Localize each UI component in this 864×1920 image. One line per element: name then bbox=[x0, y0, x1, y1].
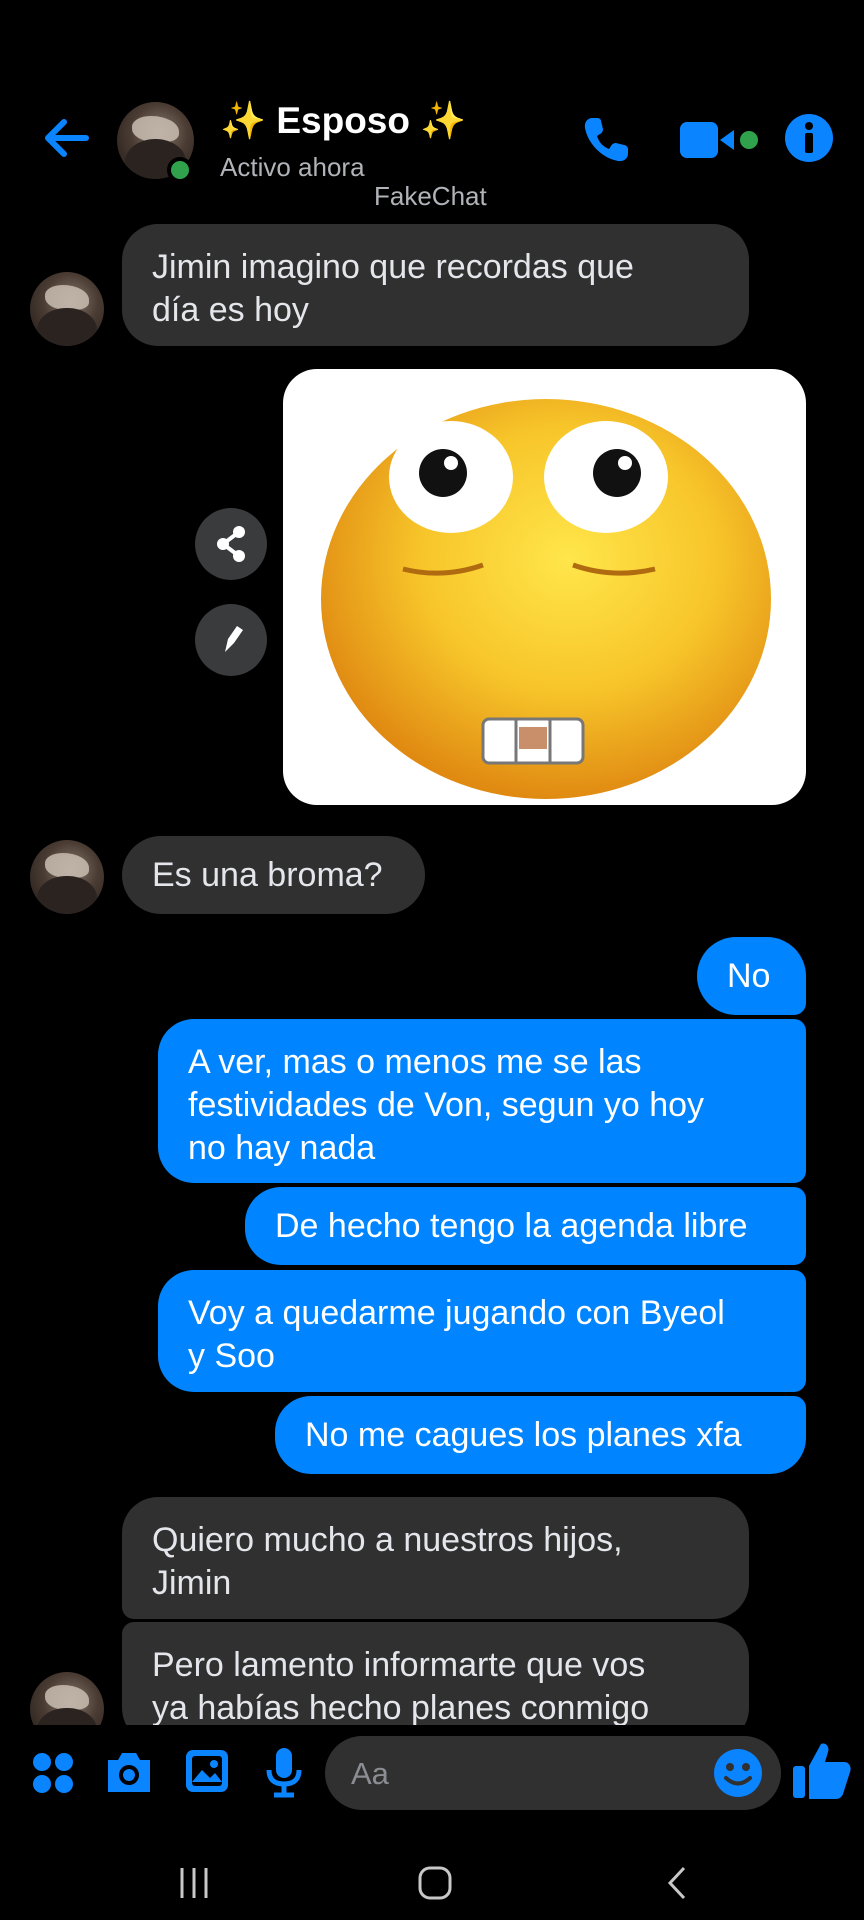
online-indicator bbox=[167, 157, 193, 183]
back-arrow-icon[interactable] bbox=[40, 112, 92, 164]
edit-icon bbox=[225, 626, 243, 652]
contact-name[interactable]: ✨ Esposo ✨ bbox=[220, 100, 466, 143]
microphone-icon[interactable] bbox=[264, 1746, 304, 1798]
back-nav-icon[interactable] bbox=[660, 1865, 696, 1901]
sender-avatar bbox=[30, 840, 104, 914]
video-icon[interactable] bbox=[678, 118, 762, 162]
share-icon bbox=[217, 526, 245, 562]
sent-message[interactable]: De hecho tengo la agenda libre bbox=[245, 1187, 806, 1265]
received-message[interactable]: Es una broma? bbox=[122, 836, 425, 914]
sent-message[interactable]: Voy a quedarme jugando con Byeol y Soo bbox=[158, 1270, 806, 1392]
share-button[interactable] bbox=[195, 508, 267, 580]
home-icon[interactable] bbox=[417, 1865, 453, 1901]
message-input-placeholder: Aa bbox=[351, 1756, 389, 1791]
info-icon[interactable] bbox=[783, 112, 835, 164]
edit-button[interactable] bbox=[195, 604, 267, 676]
watermark-text: FakeChat bbox=[374, 181, 487, 211]
sender-avatar bbox=[30, 1672, 104, 1725]
emoji-icon[interactable] bbox=[712, 1747, 764, 1799]
received-message[interactable]: Jimin imagino que recordas que día es ho… bbox=[122, 224, 749, 346]
apps-icon[interactable] bbox=[30, 1750, 76, 1796]
received-message[interactable]: Pero lamento informarte que vos ya había… bbox=[122, 1622, 749, 1725]
camera-icon[interactable] bbox=[104, 1748, 154, 1796]
emoji-face-icon bbox=[321, 399, 771, 799]
emoji-image[interactable] bbox=[283, 369, 806, 805]
sent-message[interactable]: No me cagues los planes xfa bbox=[275, 1396, 806, 1474]
thumbs-up-icon[interactable] bbox=[790, 1738, 854, 1802]
gallery-icon[interactable] bbox=[184, 1748, 230, 1794]
system-nav-bar bbox=[0, 1845, 864, 1920]
chat-header: ✨ Esposo ✨ Activo ahora FakeChat bbox=[0, 0, 864, 220]
received-message[interactable]: Quiero mucho a nuestros hijos, Jimin bbox=[122, 1497, 749, 1619]
clipped-message-area: Pero lamento informarte que vos ya había… bbox=[0, 1622, 864, 1725]
sent-message[interactable]: No bbox=[697, 937, 806, 1015]
active-status: Activo ahora bbox=[220, 152, 365, 182]
phone-icon[interactable] bbox=[578, 112, 634, 168]
sent-message[interactable]: A ver, mas o menos me se las festividade… bbox=[158, 1019, 806, 1183]
sender-avatar bbox=[30, 272, 104, 346]
recents-icon[interactable] bbox=[176, 1865, 212, 1901]
